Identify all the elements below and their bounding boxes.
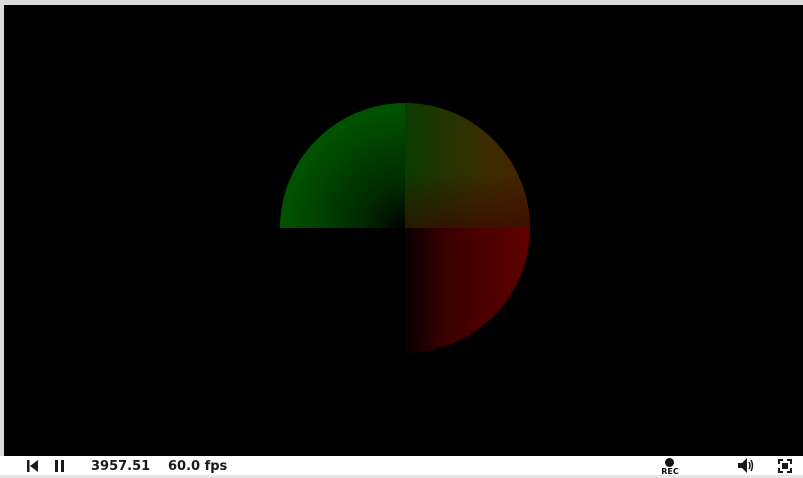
fullscreen-icon[interactable]: [777, 458, 793, 474]
record-icon: [665, 458, 674, 467]
disc-quadrant-bottom-right: [405, 228, 530, 353]
shader-disc: [280, 103, 530, 353]
player-controls: 3957.51 60.0 fps REC: [0, 456, 803, 476]
record-button[interactable]: REC: [658, 457, 682, 476]
volume-icon[interactable]: [737, 457, 754, 473]
disc-quadrant-top-right: [405, 103, 530, 228]
player-frame: 3957.51 60.0 fps REC: [0, 0, 803, 476]
disc-quadrant-top-right-shade: [405, 103, 530, 228]
time-readout: 3957.51: [91, 459, 151, 474]
skip-back-icon[interactable]: [25, 458, 41, 474]
fps-readout: 60.0 fps: [168, 459, 228, 474]
disc-quadrant-bottom-left: [280, 228, 405, 353]
pause-icon[interactable]: [52, 458, 68, 474]
disc-quadrant-top-left: [280, 103, 405, 228]
render-canvas[interactable]: [4, 5, 803, 456]
